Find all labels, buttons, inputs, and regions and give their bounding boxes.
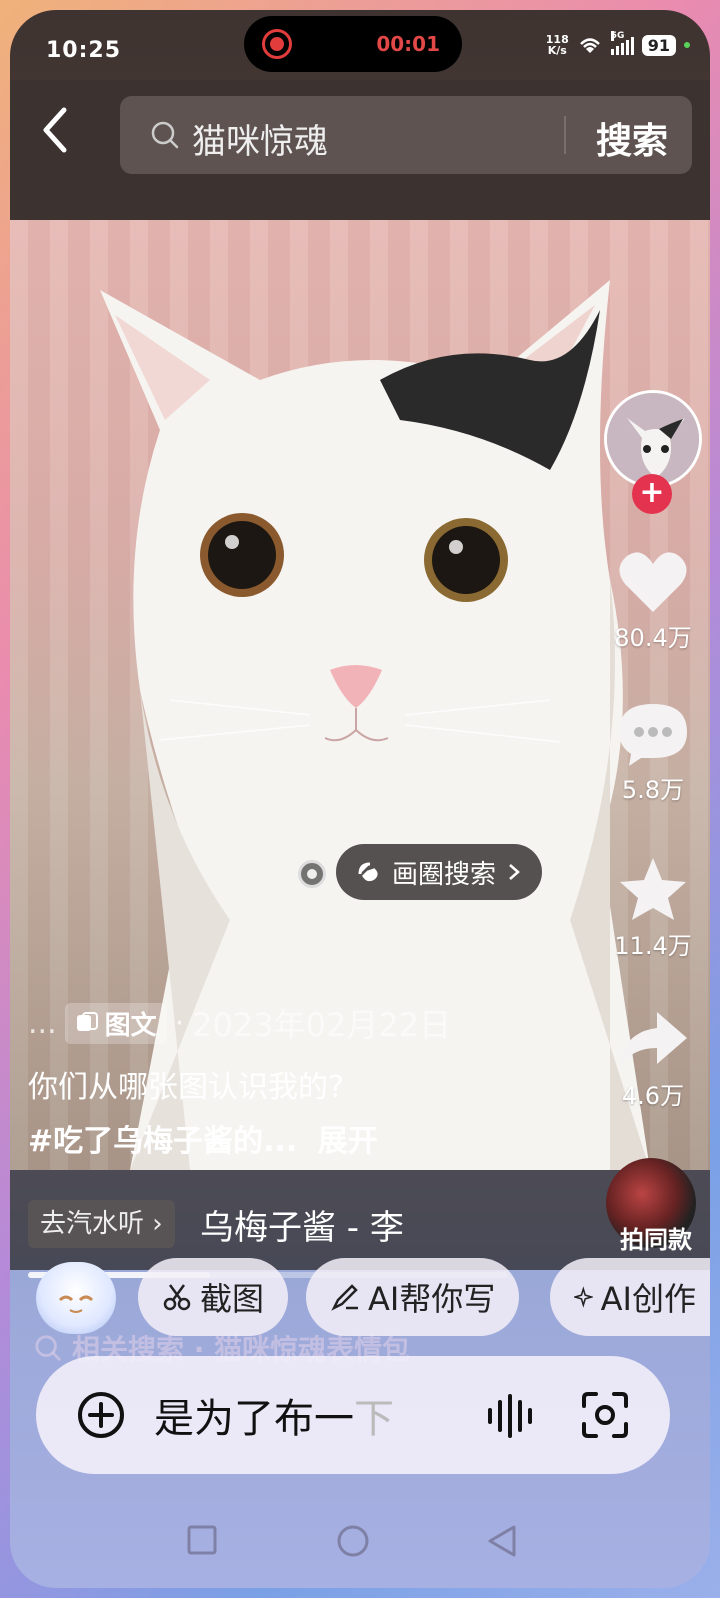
home-button[interactable] <box>336 1524 370 1562</box>
search-divider <box>564 116 566 154</box>
net-speed: 118 K/s <box>546 34 569 56</box>
system-icons: 118 K/s 5G 91 <box>546 31 690 56</box>
like-action[interactable]: 80.4万 <box>608 550 698 653</box>
ai-assistant-icon[interactable] <box>36 1262 116 1334</box>
screenshot-chip-label: 截图 <box>200 1280 265 1318</box>
chevron-right-icon <box>509 864 520 880</box>
search-query: 猫咪惊魂 <box>192 122 328 162</box>
pen-icon <box>331 1284 358 1311</box>
scissors-icon <box>163 1284 191 1311</box>
recording-time: 00:01 <box>376 32 440 56</box>
triangle-back-icon <box>488 1525 516 1557</box>
favorite-action[interactable]: 11.4万 <box>608 856 698 961</box>
like-count: 80.4万 <box>614 624 692 652</box>
post-hashtag[interactable]: #吃了乌梅子酱的... 展开 <box>28 1116 588 1160</box>
meta-separator: · <box>174 1005 185 1041</box>
status-bar: 10:25 00:01 118 K/s 5G 91 <box>10 10 710 90</box>
dynamic-island[interactable]: 00:01 <box>244 16 462 72</box>
circle-icon <box>337 1525 369 1557</box>
status-time: 10:25 <box>46 38 122 63</box>
sparkle-icon <box>574 1286 593 1308</box>
music-bar[interactable]: 乌梅子酱 - 李 去汽水听 › 拍同款 <box>10 1158 710 1270</box>
back-nav-button[interactable] <box>486 1524 518 1562</box>
share-count: 4.6万 <box>621 1082 685 1110</box>
ai-write-chip-label: AI帮你写 <box>368 1280 496 1318</box>
net-speed-unit: K/s <box>547 44 567 57</box>
recent-apps-button[interactable] <box>186 1524 218 1560</box>
share-icon <box>619 1012 687 1068</box>
screenshot-chip[interactable]: 截图 <box>138 1258 289 1336</box>
comment-action[interactable]: 5.8万 <box>608 702 698 805</box>
square-icon <box>187 1525 217 1555</box>
back-icon[interactable] <box>36 102 76 158</box>
image-text-icon <box>76 1012 98 1031</box>
search-icon <box>35 1335 61 1361</box>
ai-write-chip[interactable]: AI帮你写 <box>306 1258 520 1336</box>
search-button[interactable]: 搜索 <box>596 112 668 164</box>
network-type: 5G <box>610 31 625 41</box>
circle-search-icon <box>358 862 378 882</box>
shoot-same-button[interactable]: 拍同款 <box>620 1220 692 1255</box>
input-text[interactable]: 是为了布一下 <box>154 1386 394 1444</box>
heart-icon <box>619 552 687 612</box>
soda-listen-button[interactable]: 去汽水听 › <box>28 1200 175 1248</box>
battery-icon: 91 <box>641 34 676 56</box>
ai-face-icon <box>58 1295 94 1313</box>
signal-icon: 5G <box>610 31 634 55</box>
search-icon <box>151 121 179 149</box>
hashtag-text[interactable]: #吃了乌梅子酱的... <box>28 1124 297 1159</box>
song-title[interactable]: 乌梅子酱 - 李 <box>200 1200 404 1249</box>
ai-input-bar[interactable]: 是为了布一下 <box>36 1356 670 1474</box>
soda-listen-label: 去汽水听 <box>40 1209 145 1239</box>
wifi-icon <box>579 38 600 53</box>
comment-icon <box>619 704 687 766</box>
add-circle-icon[interactable] <box>76 1390 126 1440</box>
search-input[interactable]: 猫咪惊魂 搜索 <box>120 96 692 174</box>
type-tag: 图文 <box>64 1002 167 1044</box>
system-nav-bar <box>10 1510 710 1570</box>
chevron-right-icon: › <box>152 1209 163 1239</box>
ai-create-chip-label: AI创作 <box>600 1280 696 1318</box>
search-header: 猫咪惊魂 搜索 <box>10 80 710 220</box>
share-action[interactable]: 4.6万 <box>608 1008 698 1111</box>
star-icon <box>620 858 686 920</box>
privacy-dot <box>684 42 690 48</box>
post-date: 2023年02月22日 <box>192 1006 452 1044</box>
expand-button[interactable]: 展开 <box>318 1124 378 1159</box>
input-faded-text: 下 <box>354 1396 394 1442</box>
more-dots[interactable]: ... <box>28 1006 57 1041</box>
ai-create-chip[interactable]: AI创作 <box>550 1258 710 1336</box>
post-meta: ... 图文 · 2023年02月22日 <box>28 1000 588 1046</box>
camera-scan-icon[interactable] <box>580 1390 630 1440</box>
voice-wave-icon[interactable] <box>484 1394 540 1438</box>
circle-search-button[interactable]: 画圈搜索 <box>336 844 543 900</box>
type-tag-label: 图文 <box>104 1010 157 1041</box>
circle-search-marker[interactable] <box>298 860 326 888</box>
favorite-count: 11.4万 <box>614 932 692 960</box>
comment-count: 5.8万 <box>621 776 685 804</box>
follow-button[interactable]: + <box>632 474 672 514</box>
record-icon <box>262 29 292 59</box>
post-info: ... 图文 · 2023年02月22日 你们从哪张图认识我的? #吃了乌梅子酱… <box>28 1000 588 1160</box>
post-caption: 你们从哪张图认识我的? <box>28 1070 344 1105</box>
circle-search-label: 画圈搜索 <box>392 859 497 890</box>
phone-screen: 10:25 00:01 118 K/s 5G 91 猫咪惊魂 搜索 画圈搜索 +… <box>10 10 710 1588</box>
input-typed-text: 是为了布一 <box>154 1396 354 1442</box>
